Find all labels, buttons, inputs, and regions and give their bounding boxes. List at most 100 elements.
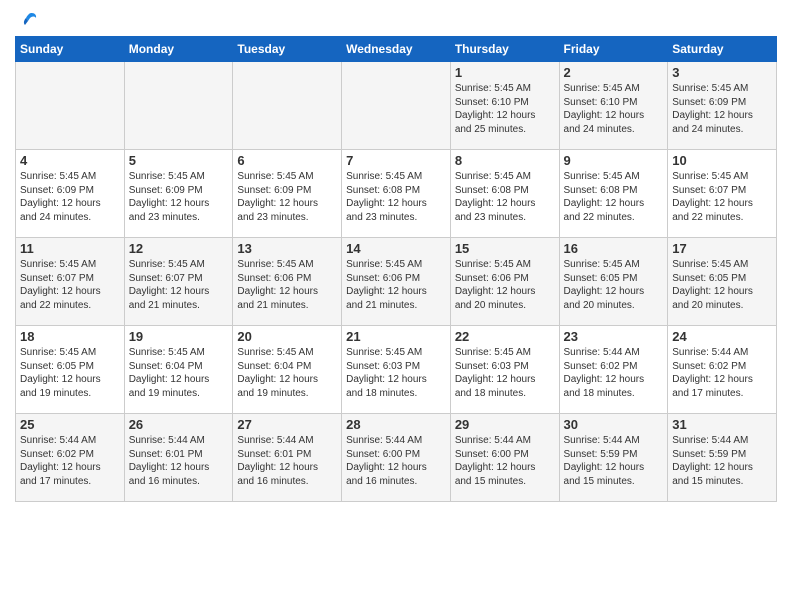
day-info: Sunrise: 5:44 AM Sunset: 6:00 PM Dayligh… [455, 434, 555, 488]
day-info: Sunrise: 5:45 AM Sunset: 6:06 PM Dayligh… [237, 258, 337, 312]
header-day-thursday: Thursday [450, 37, 559, 62]
day-number: 13 [237, 241, 337, 256]
day-info: Sunrise: 5:44 AM Sunset: 6:01 PM Dayligh… [129, 434, 229, 488]
header-day-wednesday: Wednesday [342, 37, 451, 62]
day-number: 23 [564, 329, 664, 344]
day-cell: 10 Sunrise: 5:45 AM Sunset: 6:07 PM Dayli… [668, 150, 777, 238]
week-row-1: 1 Sunrise: 5:45 AM Sunset: 6:10 PM Daylig… [16, 62, 777, 150]
day-number: 15 [455, 241, 555, 256]
day-number: 22 [455, 329, 555, 344]
day-number: 18 [20, 329, 120, 344]
day-number: 25 [20, 417, 120, 432]
day-info: Sunrise: 5:45 AM Sunset: 6:03 PM Dayligh… [455, 346, 555, 400]
header-day-tuesday: Tuesday [233, 37, 342, 62]
day-info: Sunrise: 5:45 AM Sunset: 6:08 PM Dayligh… [455, 170, 555, 224]
page-header [15, 10, 777, 28]
calendar-table: SundayMondayTuesdayWednesdayThursdayFrid… [15, 36, 777, 502]
day-number: 19 [129, 329, 229, 344]
header-day-sunday: Sunday [16, 37, 125, 62]
day-cell: 21Sunrise: 5:45 AM Sunset: 6:03 PM Dayli… [342, 326, 451, 414]
day-cell: 29 Sunrise: 5:44 AM Sunset: 6:00 PM Dayli… [450, 414, 559, 502]
day-number: 8 [455, 153, 555, 168]
day-number: 7 [346, 153, 446, 168]
day-cell [124, 62, 233, 150]
day-info: Sunrise: 5:45 AM Sunset: 6:08 PM Dayligh… [564, 170, 664, 224]
day-number: 5 [129, 153, 229, 168]
day-cell: 26 Sunrise: 5:44 AM Sunset: 6:01 PM Dayli… [124, 414, 233, 502]
day-number: 29 [455, 417, 555, 432]
day-info: Sunrise: 5:44 AM Sunset: 5:59 PM Dayligh… [564, 434, 664, 488]
day-info: Sunrise: 5:45 AM Sunset: 6:09 PM Dayligh… [20, 170, 120, 224]
day-number: 14 [346, 241, 446, 256]
day-number: 30 [564, 417, 664, 432]
day-cell: 5Sunrise: 5:45 AM Sunset: 6:09 PM Daylig… [124, 150, 233, 238]
day-number: 26 [129, 417, 229, 432]
day-number: 9 [564, 153, 664, 168]
day-info: Sunrise: 5:45 AM Sunset: 6:06 PM Dayligh… [346, 258, 446, 312]
header-day-saturday: Saturday [668, 37, 777, 62]
day-cell [16, 62, 125, 150]
day-cell: 25 Sunrise: 5:44 AM Sunset: 6:02 PM Dayli… [16, 414, 125, 502]
day-info: Sunrise: 5:45 AM Sunset: 6:04 PM Dayligh… [129, 346, 229, 400]
day-cell: 13 Sunrise: 5:45 AM Sunset: 6:06 PM Dayli… [233, 238, 342, 326]
day-number: 20 [237, 329, 337, 344]
day-info: Sunrise: 5:45 AM Sunset: 6:04 PM Dayligh… [237, 346, 337, 400]
week-row-3: 11 Sunrise: 5:45 AM Sunset: 6:07 PM Dayli… [16, 238, 777, 326]
day-info: Sunrise: 5:44 AM Sunset: 6:02 PM Dayligh… [564, 346, 664, 400]
day-cell: 7 Sunrise: 5:45 AM Sunset: 6:08 PM Daylig… [342, 150, 451, 238]
day-cell: 15 Sunrise: 5:45 AM Sunset: 6:06 PM Dayli… [450, 238, 559, 326]
day-number: 11 [20, 241, 120, 256]
day-info: Sunrise: 5:44 AM Sunset: 6:01 PM Dayligh… [237, 434, 337, 488]
day-info: Sunrise: 5:44 AM Sunset: 5:59 PM Dayligh… [672, 434, 772, 488]
day-cell: 20 Sunrise: 5:45 AM Sunset: 6:04 PM Dayli… [233, 326, 342, 414]
day-cell: 24 Sunrise: 5:44 AM Sunset: 6:02 PM Dayli… [668, 326, 777, 414]
day-info: Sunrise: 5:45 AM Sunset: 6:03 PM Dayligh… [346, 346, 446, 400]
day-cell: 12Sunrise: 5:45 AM Sunset: 6:07 PM Dayli… [124, 238, 233, 326]
day-cell: 2Sunrise: 5:45 AM Sunset: 6:10 PM Daylig… [559, 62, 668, 150]
day-number: 17 [672, 241, 772, 256]
week-row-5: 25 Sunrise: 5:44 AM Sunset: 6:02 PM Dayli… [16, 414, 777, 502]
day-cell: 18 Sunrise: 5:45 AM Sunset: 6:05 PM Dayli… [16, 326, 125, 414]
day-info: Sunrise: 5:44 AM Sunset: 6:02 PM Dayligh… [20, 434, 120, 488]
day-cell: 3 Sunrise: 5:45 AM Sunset: 6:09 PM Daylig… [668, 62, 777, 150]
day-cell: 22 Sunrise: 5:45 AM Sunset: 6:03 PM Dayli… [450, 326, 559, 414]
day-info: Sunrise: 5:45 AM Sunset: 6:09 PM Dayligh… [672, 82, 772, 136]
day-number: 4 [20, 153, 120, 168]
day-info: Sunrise: 5:45 AM Sunset: 6:06 PM Dayligh… [455, 258, 555, 312]
day-info: Sunrise: 5:45 AM Sunset: 6:05 PM Dayligh… [20, 346, 120, 400]
day-info: Sunrise: 5:45 AM Sunset: 6:10 PM Dayligh… [455, 82, 555, 136]
logo-bird-icon [17, 10, 39, 32]
day-info: Sunrise: 5:45 AM Sunset: 6:10 PM Dayligh… [564, 82, 664, 136]
day-info: Sunrise: 5:45 AM Sunset: 6:07 PM Dayligh… [129, 258, 229, 312]
day-number: 3 [672, 65, 772, 80]
day-cell: 28Sunrise: 5:44 AM Sunset: 6:00 PM Dayli… [342, 414, 451, 502]
day-number: 31 [672, 417, 772, 432]
day-number: 27 [237, 417, 337, 432]
day-cell: 27 Sunrise: 5:44 AM Sunset: 6:01 PM Dayli… [233, 414, 342, 502]
day-info: Sunrise: 5:44 AM Sunset: 6:02 PM Dayligh… [672, 346, 772, 400]
day-cell: 23 Sunrise: 5:44 AM Sunset: 6:02 PM Dayli… [559, 326, 668, 414]
day-cell [233, 62, 342, 150]
day-number: 24 [672, 329, 772, 344]
day-cell: 19 Sunrise: 5:45 AM Sunset: 6:04 PM Dayli… [124, 326, 233, 414]
day-number: 6 [237, 153, 337, 168]
day-cell: 9 Sunrise: 5:45 AM Sunset: 6:08 PM Daylig… [559, 150, 668, 238]
logo [15, 10, 39, 28]
day-info: Sunrise: 5:44 AM Sunset: 6:00 PM Dayligh… [346, 434, 446, 488]
day-number: 1 [455, 65, 555, 80]
header-row: SundayMondayTuesdayWednesdayThursdayFrid… [16, 37, 777, 62]
week-row-4: 18 Sunrise: 5:45 AM Sunset: 6:05 PM Dayli… [16, 326, 777, 414]
day-info: Sunrise: 5:45 AM Sunset: 6:05 PM Dayligh… [672, 258, 772, 312]
day-info: Sunrise: 5:45 AM Sunset: 6:07 PM Dayligh… [672, 170, 772, 224]
day-info: Sunrise: 5:45 AM Sunset: 6:09 PM Dayligh… [237, 170, 337, 224]
day-cell: 16Sunrise: 5:45 AM Sunset: 6:05 PM Dayli… [559, 238, 668, 326]
day-cell: 11 Sunrise: 5:45 AM Sunset: 6:07 PM Dayli… [16, 238, 125, 326]
day-cell: 17 Sunrise: 5:45 AM Sunset: 6:05 PM Dayli… [668, 238, 777, 326]
day-info: Sunrise: 5:45 AM Sunset: 6:05 PM Dayligh… [564, 258, 664, 312]
header-day-monday: Monday [124, 37, 233, 62]
day-info: Sunrise: 5:45 AM Sunset: 6:07 PM Dayligh… [20, 258, 120, 312]
day-info: Sunrise: 5:45 AM Sunset: 6:08 PM Dayligh… [346, 170, 446, 224]
day-cell: 1 Sunrise: 5:45 AM Sunset: 6:10 PM Daylig… [450, 62, 559, 150]
day-number: 10 [672, 153, 772, 168]
day-cell: 30 Sunrise: 5:44 AM Sunset: 5:59 PM Dayli… [559, 414, 668, 502]
